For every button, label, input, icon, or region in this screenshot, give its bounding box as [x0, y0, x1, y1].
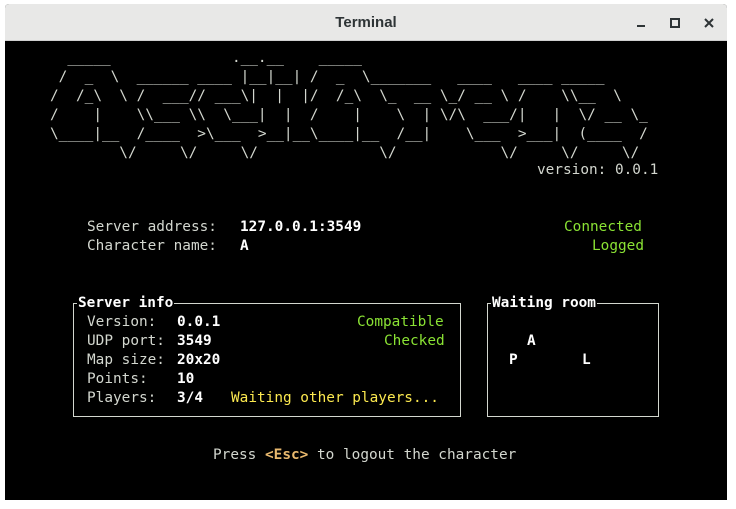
waiting-player: A [527, 333, 536, 349]
waiting-player: P [509, 352, 518, 368]
logout-hint: Press <Esc> to logout the character [213, 446, 516, 465]
version-value: 0.0.1 [177, 314, 221, 330]
points-value: 10 [177, 371, 195, 387]
logo-line: / /_\ \ / ___// ___\| | |/ /_\ \_ __ \_/… [50, 88, 622, 104]
maximize-icon [670, 18, 680, 28]
logo-line: / | \\___ \\ \___| | / | \ | \/\ ___/| |… [50, 107, 648, 123]
compatible-status: Compatible [357, 314, 444, 330]
maximize-button[interactable] [664, 12, 686, 34]
udp-port-value: 3549 [177, 333, 212, 349]
esc-key-hint: <Esc> [265, 447, 309, 463]
udp-port-label: UDP port: [87, 333, 165, 349]
points-label: Points: [87, 371, 148, 387]
logged-status: Logged [592, 238, 644, 254]
map-size-value: 20x20 [177, 352, 221, 368]
map-size-label: Map size: [87, 352, 165, 368]
logo-line: / _ \ ______ ____ |__|__| / _ \_______ _… [50, 69, 605, 85]
players-label: Players: [87, 390, 157, 406]
character-name-value: A [240, 238, 249, 254]
terminal-window: Terminal _____ .__.__ _____ / _ \ ______… [5, 4, 727, 500]
logo-line: \____|__ /____ >\___ >__|__\____|__ /__|… [50, 126, 648, 142]
server-address-label: Server address: [87, 219, 217, 235]
connected-status: Connected [564, 219, 642, 235]
server-info-title: Server info [77, 294, 175, 313]
waiting-status: Waiting other players... [231, 390, 439, 406]
minimize-button[interactable] [630, 12, 652, 34]
character-name-label: Character name: [87, 238, 217, 254]
waiting-player: L [582, 352, 591, 368]
server-address-value: 127.0.0.1:3549 [240, 219, 362, 235]
logo-line: _____ .__.__ _____ [50, 50, 362, 66]
close-icon [704, 18, 714, 28]
waiting-room-title: Waiting room [491, 294, 597, 313]
players-value: 3/4 [177, 390, 203, 406]
version-label: Version: [87, 314, 157, 330]
version-label: version: 0.0.1 [537, 162, 659, 178]
close-button[interactable] [698, 12, 720, 34]
hint-action: to logout the character [317, 447, 517, 463]
hint-press: Press [213, 447, 257, 463]
terminal-screen[interactable]: _____ .__.__ _____ / _ \ ______ ____ |__… [5, 41, 727, 500]
title-bar[interactable]: Terminal [5, 4, 727, 41]
minimize-icon [637, 25, 645, 27]
checked-status: Checked [384, 333, 445, 349]
window-title: Terminal [335, 14, 397, 31]
